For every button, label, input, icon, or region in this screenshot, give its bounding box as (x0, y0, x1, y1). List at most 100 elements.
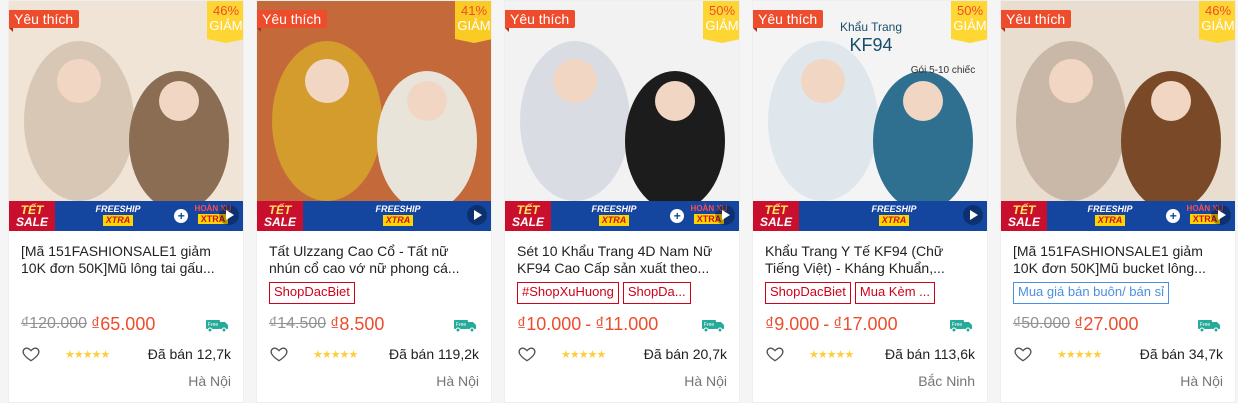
free-shipping-truck-icon: Free (702, 320, 724, 332)
product-image[interactable]: Yêu thích 46% GIẢM TẾT SALE FREESHIP XTR… (9, 1, 243, 231)
tet-sale-tag: TẾT SALE (257, 201, 303, 231)
shop-tag[interactable]: ShopDa... (622, 282, 691, 304)
video-play-icon[interactable] (963, 205, 983, 225)
freeship-xtra-label: XTRA (382, 215, 414, 226)
product-image[interactable]: Khẩu Trang KF94 Gói 5-10 chiếc Yêu thích 5… (753, 1, 987, 231)
meta-row: ★★★★★ Đã bán 113,6k (765, 339, 975, 369)
freeship-xtra-tag: FREESHIP XTRA + (799, 201, 987, 231)
favorite-badge: Yêu thích (9, 10, 80, 32)
discount-badge: 46% GIẢM (207, 1, 243, 43)
sold-count: Đã bán 113,6k (884, 346, 975, 362)
heart-outline-icon[interactable] (765, 344, 785, 364)
video-play-icon[interactable] (467, 205, 487, 225)
discount-percent: 46% (212, 3, 240, 18)
free-shipping-truck-icon: Free (206, 320, 228, 332)
product-card[interactable]: Yêu thích 46% GIẢM TẾT SALE FREESHIP XTR… (1000, 0, 1236, 403)
product-image[interactable]: Yêu thích 50% GIẢM TẾT SALE FREESHIP XTR… (505, 1, 739, 231)
freeship-label: FREESHIP (871, 204, 917, 214)
price-row: ₫9.000 - ₫17.000 Free (765, 309, 975, 339)
sale-price: ₫8.500 (330, 313, 385, 334)
discount-label: GIẢM (209, 18, 243, 33)
free-shipping-truck-icon: Free (1198, 320, 1220, 332)
shop-tag[interactable]: ShopDacBiet (269, 282, 355, 304)
video-play-icon[interactable] (715, 205, 735, 225)
sale-label: SALE (511, 215, 544, 229)
svg-text:Free: Free (456, 322, 467, 328)
discount-label: GIẢM (705, 18, 739, 33)
shop-location: Hà Nội (188, 373, 231, 389)
discount-percent: 50% (708, 3, 736, 18)
shop-location: Bắc Ninh (918, 373, 975, 389)
video-play-icon[interactable] (1211, 205, 1231, 225)
svg-text:Free: Free (704, 322, 715, 328)
product-name[interactable]: [Mã 151FASHIONSALE1 giảm 10K đơn 50K]Mũ … (21, 243, 231, 277)
rating-stars: ★★★★★ (809, 348, 854, 361)
svg-text:Free: Free (1200, 322, 1211, 328)
shop-tag[interactable]: Mua giá bán buôn/ bán sỉ (1013, 282, 1169, 304)
product-card[interactable]: Yêu thích 50% GIẢM TẾT SALE FREESHIP XTR… (504, 0, 740, 403)
tet-sale-tag: TẾT SALE (9, 201, 55, 231)
sale-price: ₫9.000 (765, 313, 820, 334)
product-name[interactable]: Sét 10 Khẩu Trang 4D Nam Nữ KF94 Cao Cấp… (517, 243, 727, 277)
product-info: [Mã 151FASHIONSALE1 giảm 10K đơn 50K]Mũ … (1001, 231, 1235, 389)
original-price: ₫50.000 (1013, 315, 1071, 332)
sale-price: ₫10.000 (517, 313, 582, 334)
favorite-badge: Yêu thích (1001, 10, 1072, 32)
product-name[interactable]: [Mã 151FASHIONSALE1 giảm 10K đơn 50K]Mũ … (1013, 243, 1223, 277)
promo-strip: TẾT SALE FREESHIP XTRA + (257, 201, 491, 231)
product-card[interactable]: Yêu thích 46% GIẢM TẾT SALE FREESHIP XTR… (8, 0, 244, 403)
product-name[interactable]: Khẩu Trang Y Tế KF94 (Chữ Tiếng Việt) - … (765, 243, 975, 277)
discount-badge: 41% GIẢM (455, 1, 491, 43)
sold-count: Đã bán 20,7k (643, 346, 727, 362)
video-play-icon[interactable] (219, 205, 239, 225)
original-price: ₫14.500 (269, 315, 327, 332)
price-row: ₫120.000 ₫65.000 - Free (21, 309, 231, 339)
image-text: KF94 (849, 35, 892, 55)
freeship-label: FREESHIP (95, 204, 141, 214)
free-shipping-truck-icon: Free (454, 320, 476, 332)
meta-row: ★★★★★ Đã bán 20,7k (517, 339, 727, 369)
discount-badge: 46% GIẢM (1199, 1, 1235, 43)
heart-outline-icon[interactable] (517, 344, 537, 364)
shop-tags: ShopDacBiet (269, 282, 479, 304)
sale-label: SALE (15, 215, 48, 229)
price-row: ₫14.500 ₫8.500 - Free (269, 309, 479, 339)
product-grid: Yêu thích 46% GIẢM TẾT SALE FREESHIP XTR… (0, 0, 1238, 403)
favorite-badge: Yêu thích (753, 10, 824, 32)
shop-tags: Mua giá bán buôn/ bán sỉ (1013, 282, 1223, 304)
shop-location: Hà Nội (1180, 373, 1223, 389)
shop-tags (21, 282, 231, 304)
rating-stars: ★★★★★ (65, 348, 110, 361)
freeship-xtra-label: XTRA (878, 215, 910, 226)
sale-label: SALE (263, 215, 296, 229)
shop-tag[interactable]: #ShopXuHuong (517, 282, 619, 304)
shop-tags: #ShopXuHuong ShopDa... (517, 282, 727, 304)
promo-strip: TẾT SALE FREESHIP XTRA + (753, 201, 987, 231)
plus-icon: + (670, 209, 684, 223)
product-card[interactable]: Yêu thích 41% GIẢM TẾT SALE FREESHIP XTR… (256, 0, 492, 403)
discount-label: GIẢM (953, 18, 987, 33)
product-name[interactable]: Tất Ulzzang Cao Cổ - Tất nữ nhún cổ cao … (269, 243, 479, 277)
product-card[interactable]: Khẩu Trang KF94 Gói 5-10 chiếc Yêu thích 5… (752, 0, 988, 403)
heart-outline-icon[interactable] (1013, 344, 1033, 364)
sale-price: ₫27.000 (1074, 313, 1139, 334)
rating-stars: ★★★★★ (561, 348, 606, 361)
tet-sale-tag: TẾT SALE (1001, 201, 1047, 231)
shop-tag[interactable]: Mua Kèm ... (854, 282, 935, 304)
svg-text:Free: Free (952, 322, 963, 328)
product-info: Khẩu Trang Y Tế KF94 (Chữ Tiếng Việt) - … (753, 231, 987, 389)
sale-price-max: ₫11.000 (595, 313, 659, 334)
product-image[interactable]: Yêu thích 46% GIẢM TẾT SALE FREESHIP XTR… (1001, 1, 1235, 231)
shop-tag[interactable]: ShopDacBiet (765, 282, 851, 304)
freeship-label: FREESHIP (591, 204, 637, 214)
product-image[interactable]: Yêu thích 41% GIẢM TẾT SALE FREESHIP XTR… (257, 1, 491, 231)
price-row: ₫10.000 - ₫11.000 Free (517, 309, 727, 339)
freeship-xtra-tag: FREESHIP XTRA + (551, 201, 684, 231)
product-info: [Mã 151FASHIONSALE1 giảm 10K đơn 50K]Mũ … (9, 231, 243, 389)
heart-outline-icon[interactable] (269, 344, 289, 364)
plus-icon: + (174, 209, 188, 223)
freeship-label: FREESHIP (1087, 204, 1133, 214)
sold-count: Đã bán 34,7k (1139, 346, 1223, 362)
heart-outline-icon[interactable] (21, 344, 41, 364)
freeship-xtra-tag: FREESHIP XTRA + (1047, 201, 1180, 231)
